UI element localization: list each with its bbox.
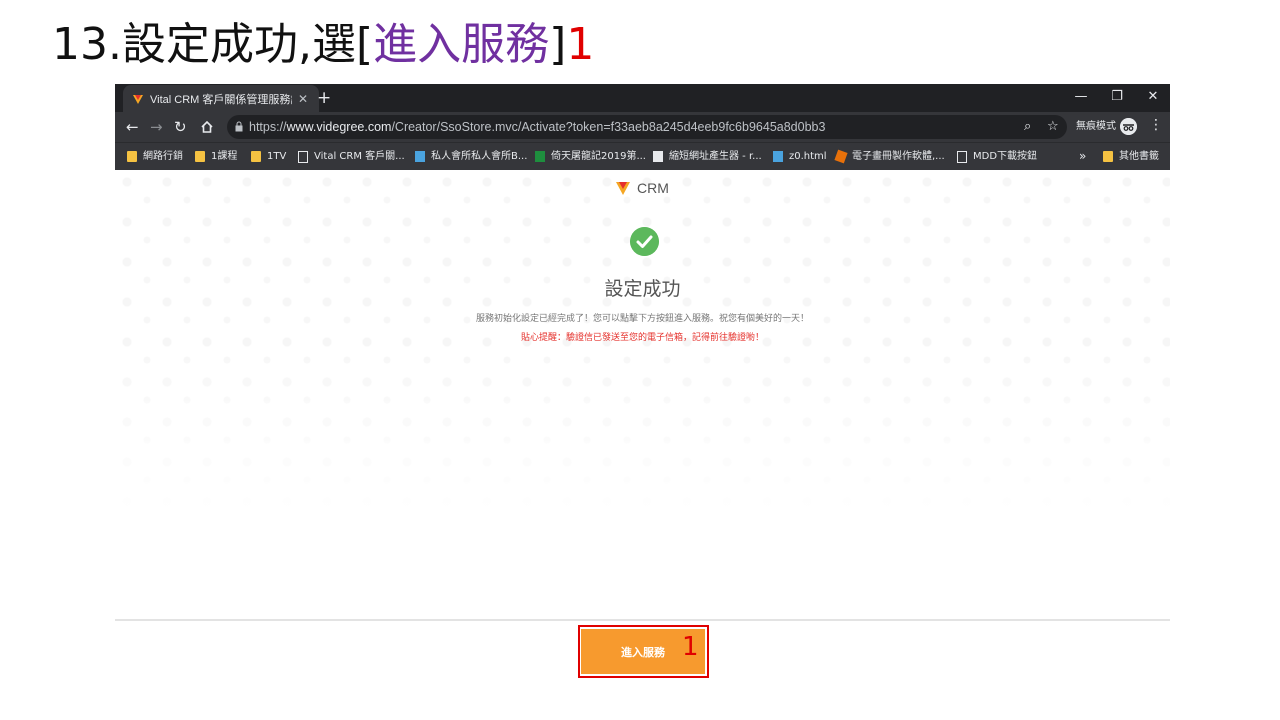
reload-icon[interactable]: ↻ xyxy=(174,118,187,136)
home-icon[interactable] xyxy=(200,120,214,134)
bookmark-item[interactable]: 1課程 xyxy=(195,143,237,170)
page-icon xyxy=(298,150,308,163)
bookmark-label: 1TV xyxy=(267,151,287,162)
site-icon xyxy=(535,151,545,162)
incognito-label: 無痕模式 xyxy=(1076,121,1116,132)
bookmark-item[interactable]: z0.html xyxy=(773,143,827,170)
slide-title-number: 1 xyxy=(566,19,595,70)
bookmark-item[interactable]: Vital CRM 客戶關... xyxy=(298,143,405,170)
page-content: CRM 設定成功 服務初始化設定已經完成了！您可以點擊下方按鈕進入服務。祝您有個… xyxy=(115,170,1170,620)
success-check-icon xyxy=(630,227,659,256)
bookmark-item[interactable]: 1TV xyxy=(251,143,286,170)
tab-title: Vital CRM 客戶關係管理服務設... xyxy=(150,93,292,106)
verification-reminder: 貼心提醒：驗證信已發送至您的電子信箱，記得前往驗證喲！ xyxy=(520,333,764,343)
logo-text: CRM xyxy=(637,180,669,196)
bookmark-label: 電子畫冊製作軟體,... xyxy=(852,151,945,162)
close-icon[interactable]: ✕ xyxy=(298,92,308,106)
bookmark-label: 縮短網址產生器 - r... xyxy=(669,151,762,162)
vital-logo-icon xyxy=(616,182,630,195)
url-text: https://www.videgree.com/Creator/SsoStor… xyxy=(249,115,825,139)
vital-crm-favicon-icon xyxy=(133,94,143,104)
crm-logo: CRM xyxy=(615,180,669,196)
success-title: 設定成功 xyxy=(604,278,681,300)
address-bar[interactable]: https://www.videgree.com/Creator/SsoStor… xyxy=(227,115,1067,139)
site-icon xyxy=(653,151,663,162)
browser-toolbar: ← → ↻ https://www.videgree.com/Creator/S… xyxy=(115,112,1170,142)
bookmark-label: z0.html xyxy=(789,151,827,162)
divider xyxy=(115,619,1170,621)
success-message: 服務初始化設定已經完成了！您可以點擊下方按鈕進入服務。祝您有個美好的一天！ xyxy=(475,314,809,324)
bookmark-label: Vital CRM 客戶關... xyxy=(314,151,405,162)
page-icon xyxy=(957,150,967,163)
browser-tab[interactable]: Vital CRM 客戶關係管理服務設... ✕ xyxy=(123,85,319,112)
other-bookmarks[interactable]: 其他書籤 xyxy=(1103,143,1159,170)
minimize-button[interactable]: — xyxy=(1063,84,1099,112)
url-host: www.videgree.com xyxy=(286,120,392,134)
site-icon xyxy=(834,149,848,164)
folder-icon xyxy=(127,151,137,162)
zoom-search-icon[interactable]: ⌕ xyxy=(1024,118,1031,136)
bookmark-item[interactable]: 電子畫冊製作軟體,... xyxy=(834,143,945,170)
bookmark-label: 網路行銷 xyxy=(143,151,183,162)
restore-button[interactable]: ❐ xyxy=(1099,84,1135,112)
back-arrow-icon[interactable]: ← xyxy=(126,118,139,136)
close-window-button[interactable]: ✕ xyxy=(1135,84,1171,112)
bookmark-label: 私人會所私人會所B... xyxy=(431,151,528,162)
menu-kebab-icon[interactable]: ⋮ xyxy=(1149,117,1163,133)
new-tab-button[interactable]: + xyxy=(317,88,331,108)
bookmark-label: 其他書籤 xyxy=(1119,151,1159,162)
lock-icon xyxy=(235,121,243,132)
url-path: /Creator/SsoStore.mvc/Activate?token=f33… xyxy=(391,120,826,134)
bookmark-item[interactable]: 私人會所私人會所B... xyxy=(415,143,527,170)
bookmark-item[interactable]: 倚天屠龍記2019第... xyxy=(535,143,646,170)
bookmark-item[interactable]: 縮短網址產生器 - r... xyxy=(653,143,762,170)
bookmark-label: 1課程 xyxy=(211,151,238,162)
background-fade xyxy=(115,350,1170,620)
bookmark-item[interactable]: 網路行銷 xyxy=(127,143,183,170)
tab-bar: Vital CRM 客戶關係管理服務設... ✕ + — ❐ ✕ xyxy=(115,84,1170,112)
folder-icon xyxy=(1103,151,1113,162)
bookmark-item[interactable]: MDD下載按鈕 xyxy=(957,143,1037,170)
bookmark-label: MDD下載按鈕 xyxy=(973,151,1038,162)
incognito-icon[interactable] xyxy=(1120,118,1137,135)
slide-title-highlight: 進入服務 xyxy=(373,19,550,70)
slide-title-prefix: 13.設定成功,選[ xyxy=(52,19,374,70)
bookmark-star-icon[interactable]: ☆ xyxy=(1047,118,1059,136)
folder-icon xyxy=(251,151,261,162)
site-icon xyxy=(415,151,425,162)
forward-arrow-icon[interactable]: → xyxy=(150,118,163,136)
slide-title: 13.設定成功,選[進入服務]1 xyxy=(52,14,594,76)
annotation-step-number: 1 xyxy=(682,632,699,662)
bookmarks-bar: 網路行銷 1課程 1TV Vital CRM 客戶關... 私人會所私人會所B.… xyxy=(115,142,1170,171)
browser-window: Vital CRM 客戶關係管理服務設... ✕ + — ❐ ✕ ← → ↻ h… xyxy=(115,84,1170,171)
slide-title-suffix: ] xyxy=(549,19,567,70)
folder-icon xyxy=(195,151,205,162)
bookmarks-more-button[interactable]: » xyxy=(1079,143,1086,170)
site-icon xyxy=(773,151,783,162)
url-scheme: https:// xyxy=(249,120,287,134)
bookmark-label: 倚天屠龍記2019第... xyxy=(551,151,646,162)
